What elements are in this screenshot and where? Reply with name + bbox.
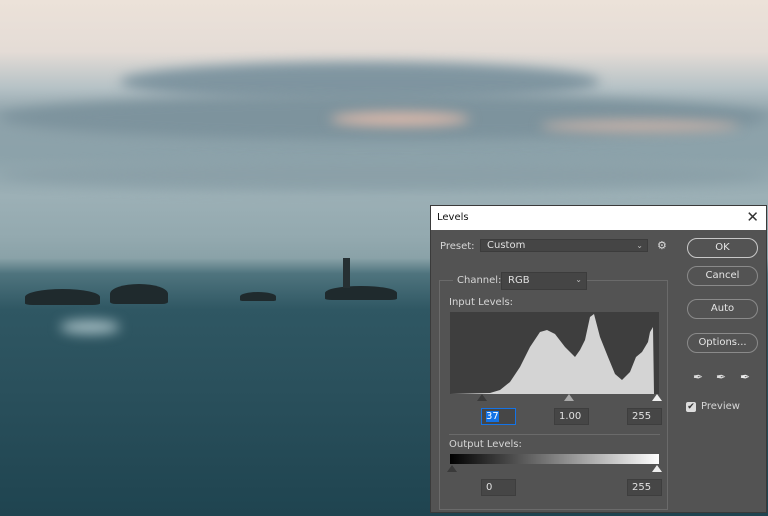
channel-label: Channel: [453, 275, 506, 286]
preview-label: Preview [701, 401, 740, 412]
output-white-field[interactable]: 255 [627, 479, 662, 496]
rock [110, 284, 168, 304]
output-white-slider[interactable] [652, 465, 662, 472]
black-eyedropper-icon[interactable]: ✒ [693, 370, 703, 384]
input-black-field[interactable]: 37 [481, 408, 516, 425]
ok-button[interactable]: OK [687, 238, 758, 258]
chevron-down-icon: ⌄ [575, 275, 582, 284]
histogram [450, 312, 659, 394]
input-black-slider[interactable] [477, 394, 487, 401]
lighthouse [343, 258, 350, 288]
levels-dialog: Levels ✕ Preset: Custom ⌄ ⚙ OK Cancel Aut… [430, 205, 767, 513]
wave [60, 320, 120, 334]
output-black-field[interactable]: 0 [481, 479, 516, 496]
rock [25, 289, 100, 305]
cloud [330, 112, 470, 126]
options-button[interactable]: Options... [687, 333, 758, 353]
output-levels-label: Output Levels: [449, 439, 522, 450]
preset-dropdown[interactable]: Custom ⌄ [480, 239, 648, 252]
cloud [0, 160, 768, 190]
close-icon[interactable]: ✕ [746, 208, 759, 226]
channel-dropdown[interactable]: RGB ⌄ [501, 272, 587, 290]
preset-value: Custom [487, 240, 526, 251]
rock [240, 292, 276, 301]
title-bar: Levels ✕ [431, 206, 766, 230]
gray-eyedropper-icon[interactable]: ✒ [716, 370, 726, 384]
preview-checkbox[interactable]: ✔ [686, 402, 696, 412]
divider [449, 434, 660, 435]
chevron-down-icon: ⌄ [636, 241, 643, 250]
rock [325, 286, 397, 300]
input-black-value: 37 [486, 411, 499, 422]
output-black-slider[interactable] [447, 465, 457, 472]
input-gamma-field[interactable]: 1.00 [554, 408, 589, 425]
output-gradient-bar [450, 454, 659, 464]
preset-label: Preset: [440, 241, 475, 252]
cloud [540, 120, 740, 132]
gear-icon[interactable]: ⚙ [657, 239, 667, 252]
input-white-slider[interactable] [652, 394, 662, 401]
channel-value: RGB [508, 275, 530, 286]
input-gamma-slider[interactable] [564, 394, 574, 401]
input-levels-label: Input Levels: [449, 297, 514, 308]
white-eyedropper-icon[interactable]: ✒ [740, 370, 750, 384]
dialog-title: Levels [437, 212, 469, 223]
input-white-field[interactable]: 255 [627, 408, 662, 425]
auto-button[interactable]: Auto [687, 299, 758, 319]
cancel-button[interactable]: Cancel [687, 266, 758, 286]
